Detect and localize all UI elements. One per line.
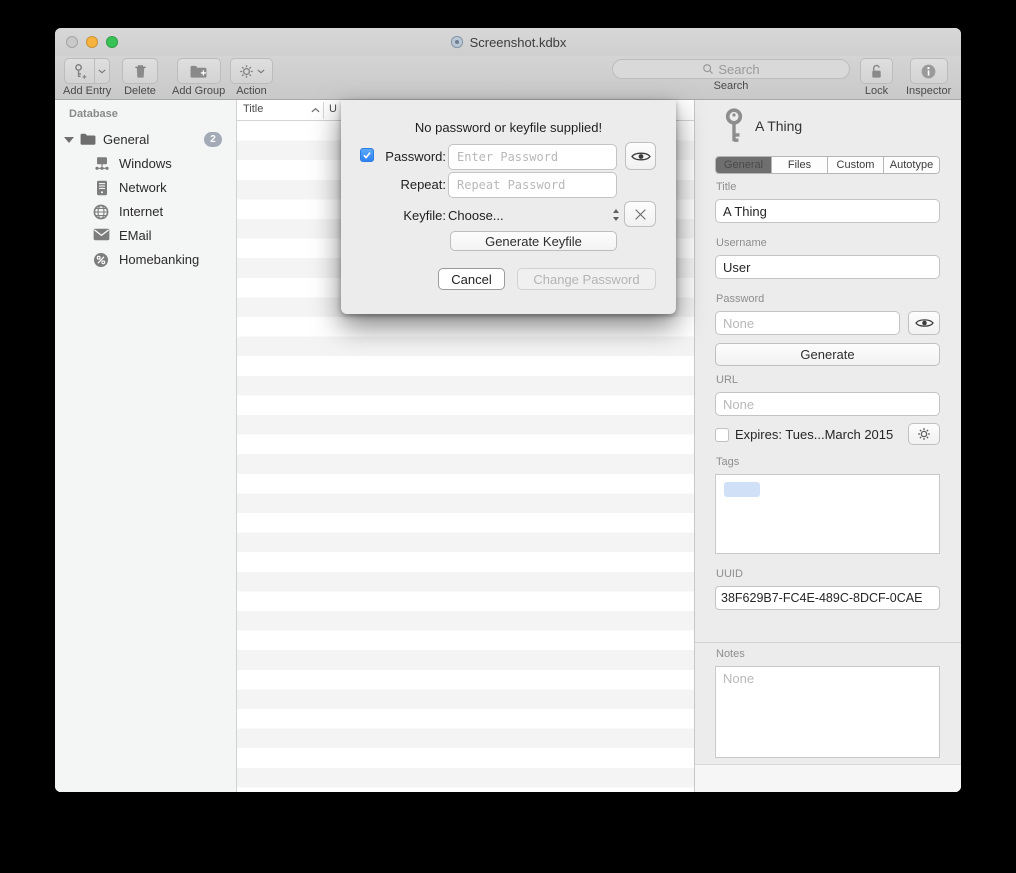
clear-keyfile-button[interactable]	[624, 201, 656, 227]
action-button[interactable]: Action	[230, 58, 273, 97]
password-field[interactable]	[715, 311, 900, 335]
close-x-icon	[634, 208, 647, 221]
keyfile-label: Keyfile:	[341, 208, 446, 223]
add-entry-button[interactable]: Add Entry	[63, 58, 111, 97]
sidebar: Database General 2 Windows Network Inter…	[55, 100, 237, 792]
tags-label: Tags	[716, 456, 739, 468]
entry-count-badge: 2	[204, 132, 222, 147]
password-field-label: Password	[716, 293, 764, 305]
search-icon	[702, 63, 714, 75]
percent-icon	[93, 252, 109, 268]
uuid-field[interactable]	[715, 586, 940, 610]
search-input[interactable]: Search	[612, 59, 850, 79]
section-divider	[695, 642, 961, 643]
keyfile-popup[interactable]: Choose...	[448, 204, 620, 226]
tab-general[interactable]: General	[716, 157, 772, 173]
enter-password-input[interactable]	[448, 144, 617, 170]
windows-group-icon	[93, 156, 111, 171]
eye-icon	[631, 150, 651, 163]
sidebar-item-email[interactable]: EMail	[55, 224, 236, 248]
envelope-icon	[93, 228, 110, 241]
sort-ascending-icon	[311, 107, 320, 113]
add-entry-dropdown[interactable]	[95, 58, 110, 84]
tab-files[interactable]: Files	[772, 157, 828, 173]
tag-token[interactable]	[724, 482, 760, 497]
notes-field[interactable]	[715, 666, 940, 758]
globe-icon	[93, 204, 109, 220]
dialog-message: No password or keyfile supplied!	[341, 120, 676, 135]
tab-custom[interactable]: Custom	[828, 157, 884, 173]
chevron-down-icon	[98, 69, 106, 74]
url-field[interactable]	[715, 392, 940, 416]
password-dialog-sheet: No password or keyfile supplied! Passwor…	[341, 100, 676, 314]
inspector-tabs: General Files Custom Autotype	[715, 156, 940, 174]
expires-checkbox[interactable]	[715, 428, 729, 442]
sidebar-item-network[interactable]: Network	[55, 176, 236, 200]
repeat-password-input[interactable]	[448, 172, 617, 198]
inspector-footer	[695, 764, 961, 792]
window-title: Screenshot.kdbx	[470, 35, 567, 50]
change-password-button[interactable]: Change Password	[517, 268, 656, 290]
tags-field[interactable]	[715, 474, 940, 554]
info-icon	[920, 63, 937, 80]
password-label: Password:	[341, 149, 446, 164]
entry-title: A Thing	[755, 118, 802, 134]
show-password-button[interactable]	[625, 142, 656, 170]
chevron-down-icon	[257, 69, 265, 74]
lock-button[interactable]: Lock	[860, 58, 893, 97]
server-icon	[96, 180, 108, 196]
uuid-label: UUID	[716, 568, 743, 580]
column-header-title[interactable]: Title	[243, 103, 263, 115]
toolbar: Add Entry Delete Add Group Action Se	[55, 56, 961, 100]
document-proxy-icon	[450, 35, 464, 49]
add-group-button[interactable]: Add Group	[172, 58, 225, 97]
sidebar-section-header: Database	[69, 108, 118, 120]
eye-icon	[915, 317, 934, 329]
notes-label: Notes	[716, 648, 745, 660]
repeat-label: Repeat:	[341, 177, 446, 192]
folder-icon	[79, 132, 97, 146]
inspector-button[interactable]: Inspector	[906, 58, 951, 97]
sidebar-item-internet[interactable]: Internet	[55, 200, 236, 224]
title-field[interactable]	[715, 199, 940, 223]
delete-button[interactable]: Delete	[122, 58, 158, 97]
gear-icon	[917, 427, 931, 441]
column-divider[interactable]	[323, 102, 324, 119]
expires-label: Expires: Tues...March 2015	[735, 427, 893, 442]
open-padlock-icon	[869, 63, 884, 80]
expiry-options-button[interactable]	[908, 423, 940, 445]
url-field-label: URL	[716, 374, 738, 386]
generate-keyfile-button[interactable]: Generate Keyfile	[450, 231, 617, 251]
key-icon	[723, 108, 745, 146]
sidebar-item-general[interactable]: General 2	[55, 128, 236, 152]
reveal-password-button[interactable]	[908, 311, 940, 335]
disclosure-triangle-icon[interactable]	[64, 137, 74, 143]
folder-plus-icon	[189, 64, 208, 79]
sidebar-item-windows[interactable]: Windows	[55, 152, 236, 176]
stepper-arrows-icon	[612, 208, 620, 222]
inspector-panel: A Thing General Files Custom Autotype Ti…	[695, 100, 961, 792]
trash-icon	[133, 63, 148, 80]
gear-icon	[239, 64, 254, 79]
column-header-username[interactable]: U	[329, 103, 337, 115]
tab-autotype[interactable]: Autotype	[884, 157, 939, 173]
key-plus-icon[interactable]	[64, 58, 95, 84]
generate-password-button[interactable]: Generate	[715, 343, 940, 366]
search-area: Search Search	[612, 59, 850, 92]
title-field-label: Title	[716, 181, 736, 193]
title-bar: Screenshot.kdbx	[55, 28, 961, 56]
sidebar-item-homebanking[interactable]: Homebanking	[55, 248, 236, 272]
username-field[interactable]	[715, 255, 940, 279]
cancel-button[interactable]: Cancel	[438, 268, 505, 290]
app-window: Screenshot.kdbx Add Entry Delete	[55, 28, 961, 792]
username-field-label: Username	[716, 237, 767, 249]
